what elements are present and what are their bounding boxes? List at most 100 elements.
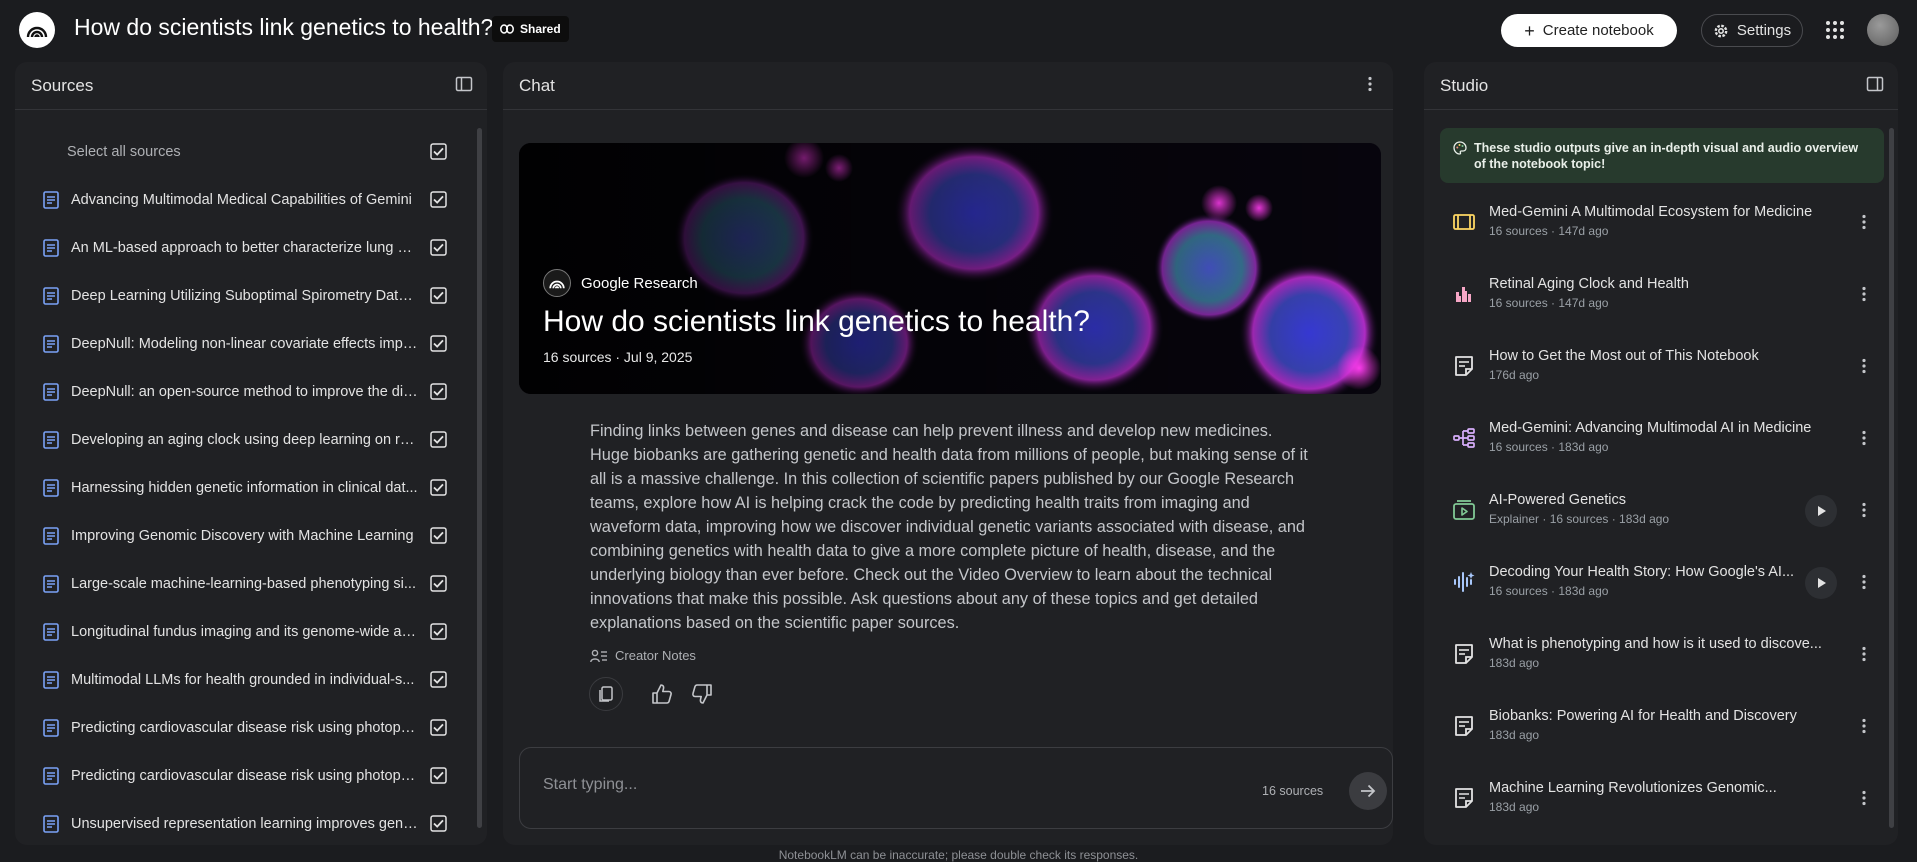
select-all-row[interactable]: Select all sources bbox=[15, 128, 471, 176]
source-checkbox[interactable] bbox=[430, 623, 447, 640]
more-vert-icon[interactable] bbox=[1854, 284, 1874, 304]
studio-output-item[interactable]: AI-Powered Genetics Explainer · 16 source… bbox=[1424, 480, 1898, 552]
settings-button[interactable]: Settings bbox=[1701, 14, 1803, 47]
studio-output-item[interactable]: How to Get the Most out of This Notebook… bbox=[1424, 336, 1898, 408]
studio-scrollbar[interactable] bbox=[1889, 128, 1894, 828]
source-item[interactable]: Advancing Multimodal Medical Capabilitie… bbox=[15, 176, 471, 224]
gear-icon bbox=[1714, 24, 1728, 37]
thumbs-down-button[interactable] bbox=[685, 677, 719, 711]
source-item[interactable]: Predicting cardiovascular disease risk u… bbox=[15, 752, 471, 800]
source-checkbox[interactable] bbox=[430, 527, 447, 544]
video-icon bbox=[1452, 498, 1476, 522]
source-title: Large-scale machine-learning-based pheno… bbox=[71, 576, 416, 592]
source-checkbox[interactable] bbox=[430, 815, 447, 832]
send-button[interactable] bbox=[1349, 772, 1387, 810]
more-vert-icon[interactable] bbox=[1854, 572, 1874, 592]
source-title: DeepNull: an open-source method to impro… bbox=[71, 384, 418, 400]
source-checkbox[interactable] bbox=[430, 383, 447, 400]
sources-scrollbar[interactable] bbox=[477, 128, 482, 828]
copy-button[interactable] bbox=[589, 677, 623, 711]
studio-item-meta: 16 sources · 147d ago bbox=[1489, 296, 1609, 310]
source-item[interactable]: Predicting cardiovascular disease risk u… bbox=[15, 704, 471, 752]
source-item[interactable]: An ML-based approach to better character… bbox=[15, 224, 471, 272]
studio-output-item[interactable]: What is phenotyping and how is it used t… bbox=[1424, 624, 1898, 696]
source-item[interactable]: Developing an aging clock using deep lea… bbox=[15, 416, 471, 464]
creator-notes[interactable]: Creator Notes bbox=[590, 648, 696, 663]
more-vert-icon[interactable] bbox=[1854, 356, 1874, 376]
play-button[interactable] bbox=[1805, 495, 1837, 527]
studio-output-item[interactable]: Decoding Your Health Story: How Google's… bbox=[1424, 552, 1898, 624]
source-checkbox[interactable] bbox=[430, 767, 447, 784]
source-checkbox[interactable] bbox=[430, 479, 447, 496]
source-item[interactable]: Multimodal LLMs for health grounded in i… bbox=[15, 656, 471, 704]
studio-item-meta: Explainer · 16 sources · 183d ago bbox=[1489, 512, 1670, 526]
more-vert-icon[interactable] bbox=[1854, 788, 1874, 808]
chat-input[interactable] bbox=[543, 776, 1143, 794]
note-icon bbox=[1452, 642, 1476, 666]
thumbs-down-icon bbox=[692, 684, 712, 704]
source-item[interactable]: Deep Learning Utilizing Suboptimal Spiro… bbox=[15, 272, 471, 320]
document-icon bbox=[43, 623, 59, 641]
hero-source: Google Research bbox=[543, 269, 698, 297]
source-item[interactable]: Harnessing hidden genetic information in… bbox=[15, 464, 471, 512]
shared-chip[interactable]: Shared bbox=[492, 16, 569, 42]
source-checkbox[interactable] bbox=[430, 575, 447, 592]
studio-output-item[interactable]: Med-Gemini: Advancing Multimodal AI in M… bbox=[1424, 408, 1898, 480]
source-item[interactable]: Longitudinal fundus imaging and its geno… bbox=[15, 608, 471, 656]
source-checkbox[interactable] bbox=[430, 239, 447, 256]
more-vert-icon[interactable] bbox=[1361, 75, 1379, 98]
document-icon bbox=[43, 239, 59, 257]
source-item[interactable]: Large-scale machine-learning-based pheno… bbox=[15, 560, 471, 608]
source-item[interactable]: Unsupervised representation learning imp… bbox=[15, 800, 471, 845]
source-checkbox[interactable] bbox=[430, 287, 447, 304]
source-title: Harnessing hidden genetic information in… bbox=[71, 480, 418, 496]
play-icon bbox=[1814, 504, 1828, 518]
studio-output-item[interactable]: Biobanks: Powering AI for Health and Dis… bbox=[1424, 696, 1898, 768]
source-item[interactable]: DeepNull: an open-source method to impro… bbox=[15, 368, 471, 416]
studio-output-item[interactable]: Machine Learning Revolutionizes Genomic.… bbox=[1424, 768, 1898, 840]
notebooklm-logo-icon[interactable] bbox=[19, 12, 55, 48]
create-notebook-label: Create notebook bbox=[1542, 22, 1654, 39]
collapse-panel-icon[interactable] bbox=[1866, 75, 1884, 98]
select-all-checkbox[interactable] bbox=[430, 143, 447, 160]
more-vert-icon[interactable] bbox=[1854, 716, 1874, 736]
source-title: Longitudinal fundus imaging and its geno… bbox=[71, 624, 418, 640]
studio-title: Studio bbox=[1440, 75, 1489, 95]
studio-item-title: Med-Gemini A Multimodal Ecosystem for Me… bbox=[1489, 204, 1813, 220]
collapse-panel-icon[interactable] bbox=[455, 75, 473, 98]
source-title: Deep Learning Utilizing Suboptimal Spiro… bbox=[71, 288, 418, 304]
creator-notes-icon bbox=[590, 649, 607, 662]
source-checkbox[interactable] bbox=[430, 431, 447, 448]
creator-notes-label: Creator Notes bbox=[615, 648, 696, 663]
studio-output-list: Med-Gemini A Multimodal Ecosystem for Me… bbox=[1424, 192, 1898, 840]
source-checkbox[interactable] bbox=[430, 191, 447, 208]
more-vert-icon[interactable] bbox=[1854, 500, 1874, 520]
more-vert-icon[interactable] bbox=[1854, 644, 1874, 664]
hero-title: How do scientists link genetics to healt… bbox=[543, 305, 1090, 338]
studio-item-title: Biobanks: Powering AI for Health and Dis… bbox=[1489, 708, 1797, 724]
source-checkbox[interactable] bbox=[430, 671, 447, 688]
studio-item-meta: 16 sources · 183d ago bbox=[1489, 584, 1609, 598]
studio-item-meta: 16 sources · 183d ago bbox=[1489, 440, 1609, 454]
document-icon bbox=[43, 671, 59, 689]
hero-source-label: Google Research bbox=[581, 274, 698, 292]
studio-item-title: Retinal Aging Clock and Health bbox=[1489, 276, 1689, 292]
play-button[interactable] bbox=[1805, 567, 1837, 599]
apps-grid-icon[interactable] bbox=[1823, 18, 1847, 42]
avatar[interactable] bbox=[1867, 14, 1899, 46]
studio-item-title: Machine Learning Revolutionizes Genomic.… bbox=[1489, 780, 1777, 796]
studio-output-item[interactable]: Med-Gemini A Multimodal Ecosystem for Me… bbox=[1424, 192, 1898, 264]
sources-title: Sources bbox=[31, 75, 94, 95]
source-item[interactable]: Improving Genomic Discovery with Machine… bbox=[15, 512, 471, 560]
more-vert-icon[interactable] bbox=[1854, 212, 1874, 232]
thumbs-up-button[interactable] bbox=[645, 677, 679, 711]
document-icon bbox=[43, 767, 59, 785]
more-vert-icon[interactable] bbox=[1854, 428, 1874, 448]
studio-output-item[interactable]: Retinal Aging Clock and Health 16 sources… bbox=[1424, 264, 1898, 336]
create-notebook-button[interactable]: + Create notebook bbox=[1501, 14, 1677, 47]
source-item[interactable]: DeepNull: Modeling non-linear covariate … bbox=[15, 320, 471, 368]
notebook-title[interactable]: How do scientists link genetics to healt… bbox=[74, 14, 493, 41]
source-title: Predicting cardiovascular disease risk u… bbox=[71, 720, 418, 736]
source-checkbox[interactable] bbox=[430, 719, 447, 736]
source-checkbox[interactable] bbox=[430, 335, 447, 352]
